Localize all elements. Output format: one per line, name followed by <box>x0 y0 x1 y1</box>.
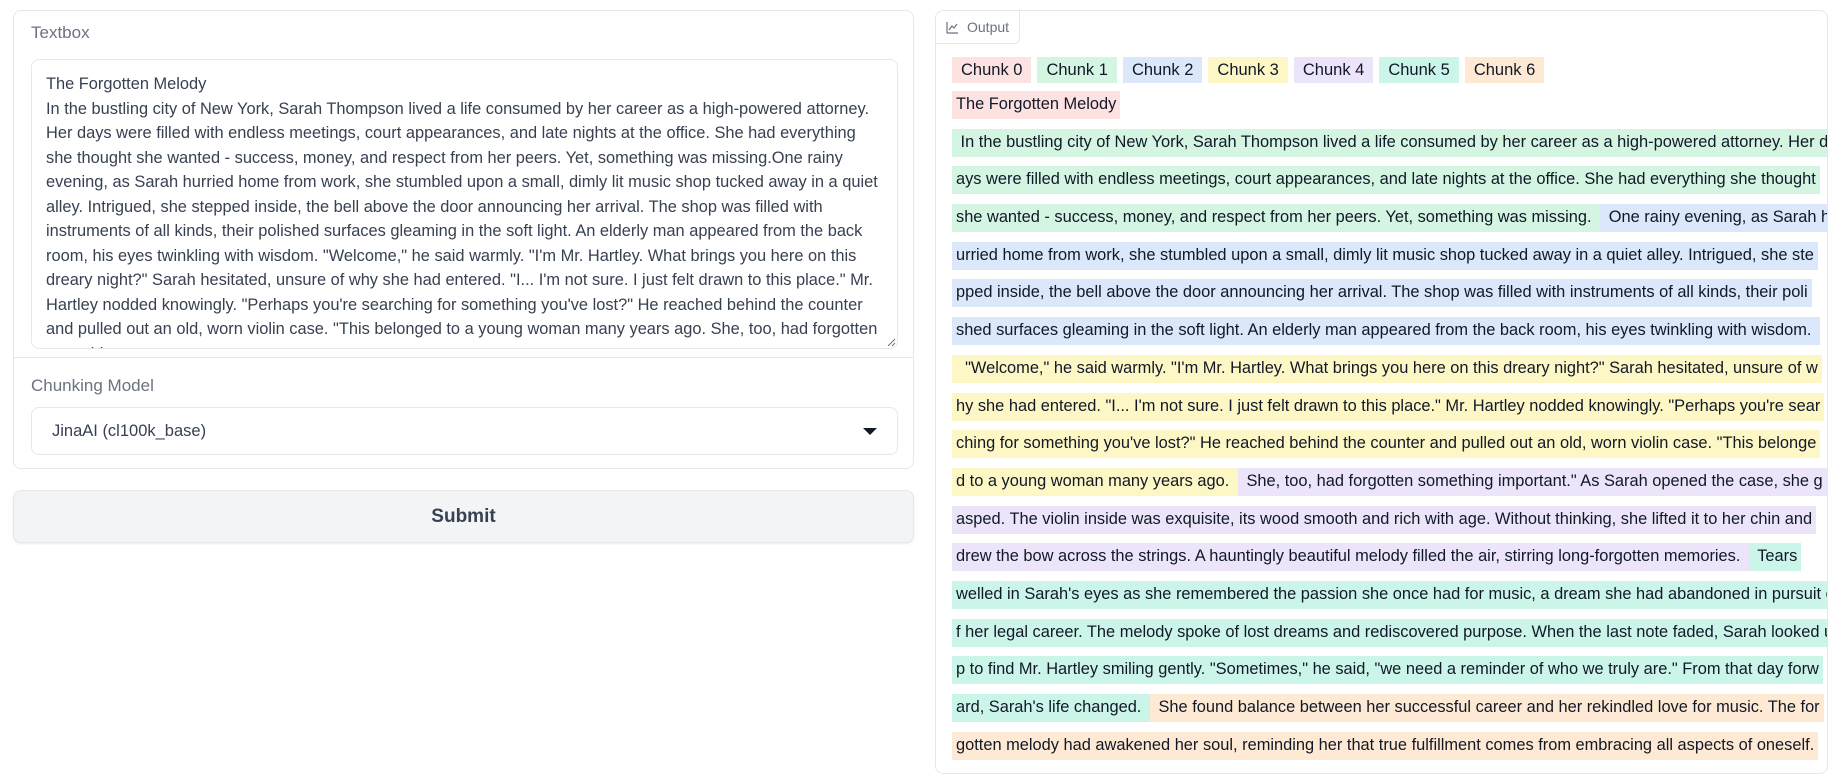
output-line: urried home from work, she stumbled upon… <box>952 241 1820 280</box>
input-panel: Textbox The Forgotten Melody In the bust… <box>13 10 914 469</box>
output-line: pped inside, the bell above the door ann… <box>952 279 1820 317</box>
output-line: hy she had entered. "I... I'm not sure. … <box>952 392 1825 431</box>
text-input[interactable]: The Forgotten Melody In the bustling cit… <box>31 59 898 349</box>
chunk-3-segment: hy she had entered. "I... I'm not sure. … <box>952 392 1825 421</box>
output-panel: Output Chunk 0 Chunk 1 Chunk 2 Chunk 3 Chunk… <box>935 10 1828 774</box>
chunk-0-segment: The Forgotten Melody <box>952 91 1121 119</box>
output-line: drew the bow across the strings. A haunt… <box>952 543 1820 581</box>
chunk-5-segment: f her legal career. The melody spoke of … <box>952 618 1827 647</box>
chunk-2-segment: urried home from work, she stumbled upon… <box>952 241 1818 270</box>
chunk-5-segment: Tears <box>1748 543 1802 572</box>
chunk-5-segment: p to find Mr. Hartley smiling gently. "S… <box>952 656 1823 685</box>
output-line: shed surfaces gleaming in the soft light… <box>952 317 1821 355</box>
chunk-3-segment: d to a young woman many years ago. <box>952 467 1238 496</box>
chunk-4-segment: She, too, had forgotten something import… <box>1237 467 1827 496</box>
output-line: The Forgotten Melody <box>952 91 1820 129</box>
output-line: ays were filled with endless meetings, c… <box>952 166 1820 204</box>
output-line: ard, Sarah's life changed. She found bal… <box>952 694 1824 732</box>
output-line: In the bustling city of New York, Sarah … <box>952 128 1827 167</box>
legend-chunk-6: Chunk 6 <box>1464 57 1545 83</box>
chunk-legend: Chunk 0 Chunk 1 Chunk 2 Chunk 3 Chunk 4 Chunk… <box>952 57 1545 83</box>
chart-icon <box>946 21 958 34</box>
chunk-2-segment: pped inside, the bell above the door ann… <box>952 279 1812 308</box>
output-line: gotten melody had awakened her soul, rem… <box>952 731 1820 770</box>
output-line: asped. The violin inside was exquisite, … <box>952 505 1820 544</box>
selected-model: JinaAI (cl100k_base) <box>52 421 207 440</box>
legend-chunk-5: Chunk 5 <box>1379 57 1459 83</box>
legend-chunk-2: Chunk 2 <box>1122 57 1203 83</box>
resize-handle-icon[interactable] <box>886 337 896 347</box>
chunk-2-segment: One rainy evening, as Sarah h <box>1600 204 1827 233</box>
chunk-2-segment: shed surfaces gleaming in the soft light… <box>952 317 1821 346</box>
legend-chunk-4: Chunk 4 <box>1293 57 1374 83</box>
legend-chunk-0: Chunk 0 <box>952 57 1032 83</box>
legend-chunk-1: Chunk 1 <box>1037 57 1117 83</box>
output-line: ching for something you've lost?" He rea… <box>952 430 1821 468</box>
output-label: Output <box>936 11 1021 44</box>
output-line: f her legal career. The melody spoke of … <box>952 618 1827 657</box>
chunk-1-segment: In the bustling city of New York, Sarah … <box>952 128 1827 157</box>
chunk-4-segment: asped. The violin inside was exquisite, … <box>952 505 1817 534</box>
output-line: welled in Sarah's eyes as she remembered… <box>952 580 1827 619</box>
chunk-output: The Forgotten Melody In the bustling cit… <box>952 91 1827 770</box>
chunk-4-segment: drew the bow across the strings. A haunt… <box>952 543 1749 572</box>
output-line: she wanted - success, money, and respect… <box>952 204 1827 242</box>
chunk-3-segment: "Welcome," he said warmly. "I'm Mr. Hart… <box>952 354 1822 383</box>
chunk-3-segment: ching for something you've lost?" He rea… <box>952 430 1821 459</box>
legend-chunk-3: Chunk 3 <box>1208 57 1288 83</box>
chunk-6-segment: She found balance between her successful… <box>1149 694 1824 722</box>
caret-down-icon <box>863 427 877 435</box>
output-line: d to a young woman many years ago. She, … <box>952 467 1827 506</box>
model-label: Chunking Model <box>31 376 154 395</box>
chunk-5-segment: welled in Sarah's eyes as she remembered… <box>952 580 1827 609</box>
chunk-1-segment: she wanted - success, money, and respect… <box>952 204 1601 233</box>
chunking-model-select[interactable]: JinaAI (cl100k_base) <box>31 407 898 455</box>
chunk-6-segment: gotten melody had awakened her soul, rem… <box>952 731 1819 760</box>
output-line: p to find Mr. Hartley smiling gently. "S… <box>952 656 1823 694</box>
output-line: "Welcome," he said warmly. "I'm Mr. Hart… <box>952 354 1822 393</box>
chunk-1-segment: ays were filled with endless meetings, c… <box>952 166 1820 195</box>
output-label-text: Output <box>967 19 1010 35</box>
submit-button[interactable]: Submit <box>13 490 914 543</box>
chunk-5-segment: ard, Sarah's life changed. <box>952 694 1150 722</box>
textbox-label: Textbox <box>31 23 90 42</box>
divider <box>14 357 913 358</box>
